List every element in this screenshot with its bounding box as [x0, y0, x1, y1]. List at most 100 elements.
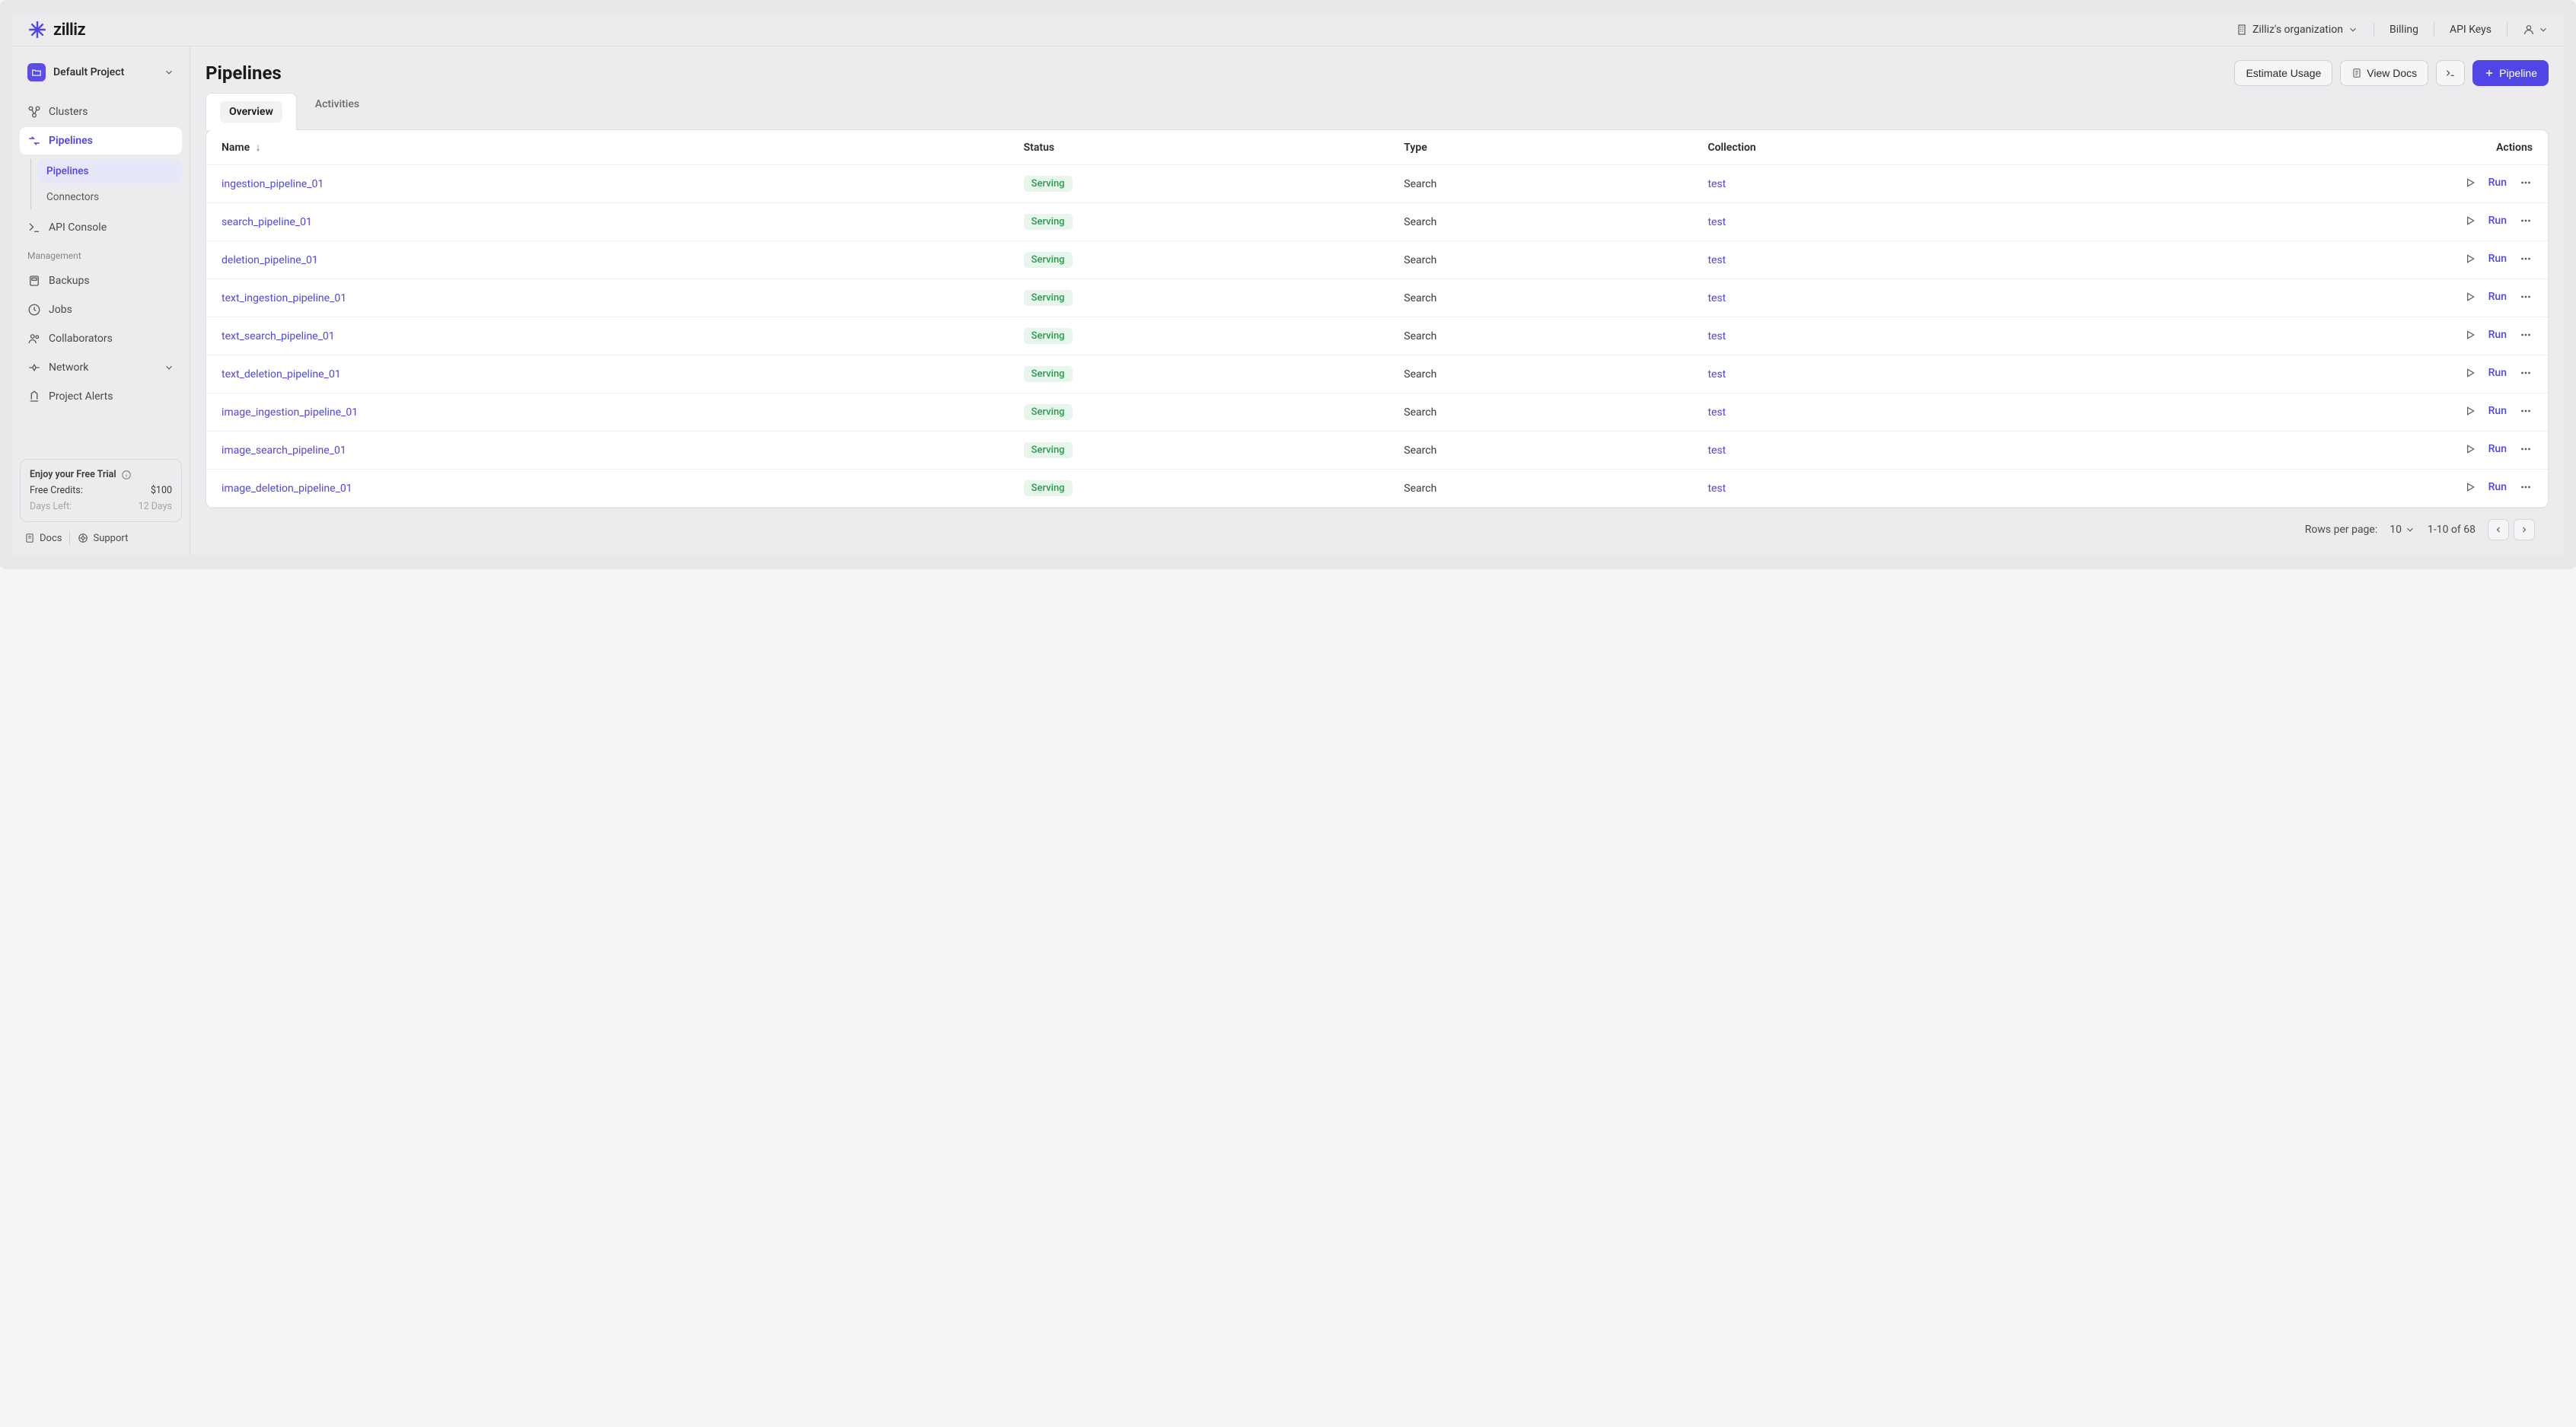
collection-link[interactable]: test — [1707, 406, 1726, 419]
collection-link[interactable]: test — [1707, 216, 1726, 228]
col-name[interactable]: Name ↓ — [206, 130, 1009, 165]
collection-link[interactable]: test — [1707, 368, 1726, 381]
play-icon[interactable] — [2464, 253, 2476, 265]
estimate-usage-button[interactable]: Estimate Usage — [2234, 60, 2332, 86]
org-selector[interactable]: Zilliz's organization — [2236, 24, 2358, 36]
play-icon[interactable] — [2464, 367, 2476, 379]
collection-link[interactable]: test — [1707, 483, 1726, 495]
type-cell: Search — [1388, 317, 1692, 355]
sidebar-item-jobs[interactable]: Jobs — [20, 296, 182, 323]
view-docs-button[interactable]: View Docs — [2340, 60, 2428, 86]
run-button[interactable]: Run — [2488, 367, 2507, 379]
type-cell: Search — [1388, 241, 1692, 279]
status-badge: Serving — [1024, 290, 1073, 306]
more-menu-icon[interactable] — [2519, 366, 2533, 380]
next-page-button[interactable] — [2514, 519, 2535, 540]
more-menu-icon[interactable] — [2519, 214, 2533, 228]
sidebar-subitem-connectors[interactable]: Connectors — [37, 185, 182, 209]
more-menu-icon[interactable] — [2519, 176, 2533, 190]
sidebar-item-api-console[interactable]: API Console — [20, 214, 182, 241]
col-status[interactable]: Status — [1009, 130, 1389, 165]
main-content: Pipelines Estimate Usage View Docs — [190, 46, 2564, 556]
sidebar-subitem-pipelines[interactable]: Pipelines — [37, 159, 182, 183]
sidebar-item-alerts[interactable]: Project Alerts — [20, 383, 182, 410]
more-menu-icon[interactable] — [2519, 328, 2533, 342]
pipeline-name-link[interactable]: image_search_pipeline_01 — [222, 444, 346, 457]
nav-label: Project Alerts — [49, 390, 113, 403]
pipeline-name-link[interactable]: deletion_pipeline_01 — [222, 254, 318, 266]
run-button[interactable]: Run — [2488, 405, 2507, 417]
run-button[interactable]: Run — [2488, 253, 2507, 265]
sidebar-item-pipelines[interactable]: Pipelines — [20, 127, 182, 154]
col-actions: Actions — [2071, 130, 2548, 165]
divider — [69, 531, 70, 545]
profile-menu[interactable] — [2523, 24, 2549, 36]
tab-activities[interactable]: Activities — [301, 92, 373, 129]
network-icon — [27, 361, 41, 374]
play-icon[interactable] — [2464, 177, 2476, 189]
pipeline-name-link[interactable]: search_pipeline_01 — [222, 216, 312, 228]
info-icon[interactable] — [121, 470, 132, 480]
play-icon[interactable] — [2464, 329, 2476, 341]
pipeline-name-link[interactable]: text_ingestion_pipeline_01 — [222, 292, 346, 304]
pipeline-name-link[interactable]: image_ingestion_pipeline_01 — [222, 406, 358, 419]
more-menu-icon[interactable] — [2519, 404, 2533, 418]
pipeline-name-link[interactable]: text_search_pipeline_01 — [222, 330, 335, 342]
col-type[interactable]: Type — [1388, 130, 1692, 165]
more-menu-icon[interactable] — [2519, 290, 2533, 304]
run-button[interactable]: Run — [2488, 215, 2507, 227]
sidebar-item-collaborators[interactable]: Collaborators — [20, 325, 182, 352]
nav-label: Backups — [49, 275, 90, 287]
run-button[interactable]: Run — [2488, 177, 2507, 189]
table-row: deletion_pipeline_01ServingSearchtestRun — [206, 241, 2548, 279]
play-icon[interactable] — [2464, 481, 2476, 493]
play-icon[interactable] — [2464, 215, 2476, 227]
collaborators-icon — [27, 332, 41, 346]
collection-link[interactable]: test — [1707, 254, 1726, 266]
collection-link[interactable]: test — [1707, 178, 1726, 190]
docs-link[interactable]: Docs — [24, 533, 62, 544]
more-menu-icon[interactable] — [2519, 480, 2533, 494]
brand-logo[interactable]: zilliz — [27, 20, 85, 40]
collection-link[interactable]: test — [1707, 330, 1726, 342]
doc-icon — [2351, 68, 2362, 78]
pipeline-name-link[interactable]: text_deletion_pipeline_01 — [222, 368, 341, 381]
create-pipeline-button[interactable]: Pipeline — [2472, 60, 2549, 86]
run-button[interactable]: Run — [2488, 291, 2507, 303]
chevron-down-icon — [164, 67, 174, 78]
project-selector[interactable]: Default Project — [20, 57, 182, 88]
pipeline-name-link[interactable]: image_deletion_pipeline_01 — [222, 483, 352, 495]
collection-link[interactable]: test — [1707, 444, 1726, 457]
run-button[interactable]: Run — [2488, 443, 2507, 455]
nav-label: Clusters — [49, 106, 88, 118]
run-button[interactable]: Run — [2488, 329, 2507, 341]
billing-link[interactable]: Billing — [2389, 24, 2418, 36]
chevron-down-icon — [2348, 24, 2358, 35]
play-icon[interactable] — [2464, 291, 2476, 303]
terminal-button[interactable] — [2436, 60, 2465, 86]
folder-icon — [27, 63, 46, 81]
support-link[interactable]: Support — [78, 533, 128, 544]
sidebar-item-backups[interactable]: Backups — [20, 267, 182, 295]
support-label: Support — [93, 533, 128, 544]
sidebar-item-clusters[interactable]: Clusters — [20, 98, 182, 126]
run-button[interactable]: Run — [2488, 481, 2507, 493]
more-menu-icon[interactable] — [2519, 252, 2533, 266]
page-size-selector[interactable]: 10 — [2389, 524, 2415, 536]
prev-page-button[interactable] — [2488, 519, 2509, 540]
pipeline-name-link[interactable]: ingestion_pipeline_01 — [222, 178, 324, 190]
col-collection[interactable]: Collection — [1692, 130, 2071, 165]
chevron-down-icon — [164, 362, 174, 373]
more-menu-icon[interactable] — [2519, 442, 2533, 456]
api-keys-link[interactable]: API Keys — [2450, 24, 2492, 36]
terminal-icon — [2444, 67, 2456, 79]
type-cell: Search — [1388, 203, 1692, 241]
collection-link[interactable]: test — [1707, 292, 1726, 304]
play-icon[interactable] — [2464, 443, 2476, 455]
sidebar-item-network[interactable]: Network — [20, 354, 182, 381]
tab-overview[interactable]: Overview — [206, 93, 297, 130]
project-label: Default Project — [53, 66, 156, 78]
credits-label: Free Credits: — [30, 485, 83, 496]
play-icon[interactable] — [2464, 405, 2476, 417]
pipelines-table: Name ↓ Status Type Collection Actions in… — [206, 130, 2548, 508]
